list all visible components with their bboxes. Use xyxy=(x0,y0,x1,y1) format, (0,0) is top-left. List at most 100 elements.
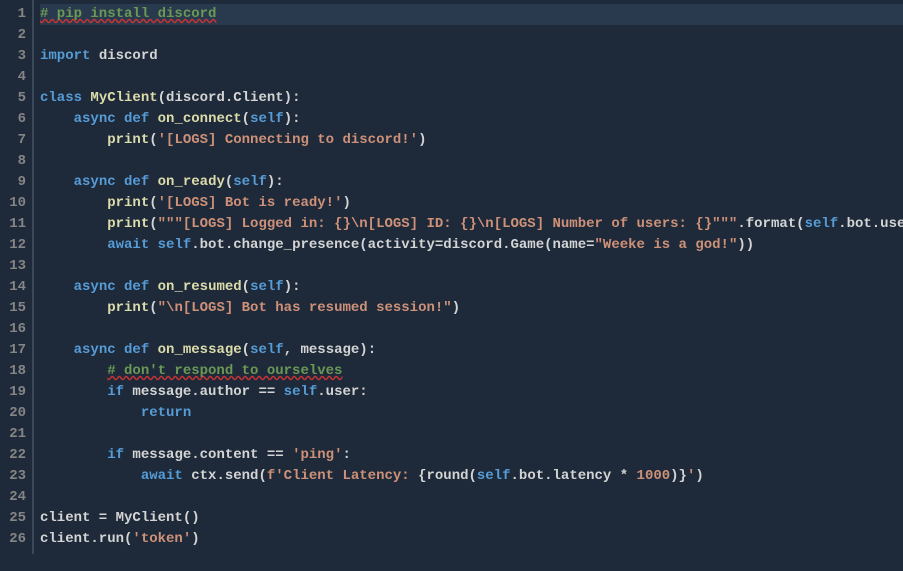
line-number-gutter: 1234567891011121314151617181920212223242… xyxy=(0,0,34,554)
code-line[interactable] xyxy=(40,487,903,508)
code-token: client = MyClient() xyxy=(40,510,200,526)
line-number: 26 xyxy=(0,529,26,550)
code-token xyxy=(116,111,124,127)
code-token xyxy=(40,111,74,127)
code-token: def xyxy=(124,174,149,190)
line-number: 22 xyxy=(0,445,26,466)
code-line[interactable] xyxy=(40,67,903,88)
code-token: self xyxy=(250,279,284,295)
code-line[interactable]: async def on_resumed(self): xyxy=(40,277,903,298)
code-line[interactable]: class MyClient(discord.Client): xyxy=(40,88,903,109)
code-token: '[LOGS] Bot is ready!' xyxy=(158,195,343,211)
code-token: on_message xyxy=(158,342,242,358)
code-editor[interactable]: 1234567891011121314151617181920212223242… xyxy=(0,0,903,554)
line-number: 13 xyxy=(0,256,26,277)
code-token: ) xyxy=(452,300,460,316)
code-line[interactable] xyxy=(40,151,903,172)
code-token xyxy=(149,279,157,295)
code-token: ( xyxy=(242,342,250,358)
code-line[interactable]: if message.content == 'ping': xyxy=(40,445,903,466)
line-number: 15 xyxy=(0,298,26,319)
line-number: 3 xyxy=(0,46,26,67)
code-token: ): xyxy=(284,279,301,295)
code-token: # pip install discord xyxy=(40,6,216,22)
code-token xyxy=(149,111,157,127)
code-token: self xyxy=(158,237,192,253)
code-token: print xyxy=(107,195,149,211)
code-token: self xyxy=(250,342,284,358)
code-token xyxy=(40,174,74,190)
code-token: .format( xyxy=(737,216,804,232)
code-token: on_connect xyxy=(158,111,242,127)
code-token xyxy=(149,174,157,190)
code-line[interactable]: client = MyClient() xyxy=(40,508,903,529)
line-number: 21 xyxy=(0,424,26,445)
line-number: 11 xyxy=(0,214,26,235)
code-line[interactable]: async def on_ready(self): xyxy=(40,172,903,193)
code-token: .bot.latency * xyxy=(511,468,637,484)
code-line[interactable]: print('[LOGS] Bot is ready!') xyxy=(40,193,903,214)
code-line[interactable]: # pip install discord xyxy=(40,4,903,25)
code-line[interactable]: client.run('token') xyxy=(40,529,903,550)
code-token xyxy=(40,405,141,421)
code-token: self xyxy=(250,111,284,127)
code-line[interactable] xyxy=(40,424,903,445)
code-token xyxy=(40,237,107,253)
line-number: 12 xyxy=(0,235,26,256)
line-number: 8 xyxy=(0,151,26,172)
code-token: message.author == xyxy=(124,384,284,400)
code-token: ctx.send( xyxy=(183,468,267,484)
line-number: 24 xyxy=(0,487,26,508)
line-number: 19 xyxy=(0,382,26,403)
code-token: {round( xyxy=(418,468,477,484)
code-token xyxy=(40,195,107,211)
line-number: 16 xyxy=(0,319,26,340)
code-token: async xyxy=(74,342,116,358)
code-token: 1000 xyxy=(637,468,671,484)
code-line[interactable]: print("\n[LOGS] Bot has resumed session!… xyxy=(40,298,903,319)
code-token: ) xyxy=(695,468,703,484)
code-line[interactable]: print("""[LOGS] Logged in: {}\n[LOGS] ID… xyxy=(40,214,903,235)
code-token: def xyxy=(124,111,149,127)
line-number: 4 xyxy=(0,67,26,88)
code-token: "Weeke is a god!" xyxy=(595,237,738,253)
code-token: print xyxy=(107,132,149,148)
code-token: def xyxy=(124,342,149,358)
code-line[interactable]: await ctx.send(f'Client Latency: {round(… xyxy=(40,466,903,487)
code-line[interactable]: await self.bot.change_presence(activity=… xyxy=(40,235,903,256)
code-token: ): xyxy=(284,111,301,127)
code-line[interactable] xyxy=(40,256,903,277)
line-number: 10 xyxy=(0,193,26,214)
code-area[interactable]: # pip install discord import discord cla… xyxy=(34,0,903,554)
code-token xyxy=(116,342,124,358)
code-line[interactable]: # don't respond to ourselves xyxy=(40,361,903,382)
code-line[interactable] xyxy=(40,319,903,340)
line-number: 18 xyxy=(0,361,26,382)
code-token: MyClient xyxy=(90,90,157,106)
code-line[interactable]: async def on_message(self, message): xyxy=(40,340,903,361)
code-line[interactable]: return xyxy=(40,403,903,424)
code-line[interactable]: if message.author == self.user: xyxy=(40,382,903,403)
code-token xyxy=(149,342,157,358)
code-token: "\n[LOGS] Bot has resumed session!" xyxy=(158,300,452,316)
code-line[interactable]: print('[LOGS] Connecting to discord!') xyxy=(40,130,903,151)
code-token: print xyxy=(107,216,149,232)
code-line[interactable] xyxy=(40,25,903,46)
line-number: 17 xyxy=(0,340,26,361)
code-token: .bot.user.name, xyxy=(838,216,903,232)
code-token: import xyxy=(40,48,90,64)
code-token: 'ping' xyxy=(292,447,342,463)
code-token: client.run( xyxy=(40,531,132,547)
code-token: 'token' xyxy=(132,531,191,547)
code-token: f'Client Latency: xyxy=(267,468,418,484)
code-token: on_resumed xyxy=(158,279,242,295)
code-token: ( xyxy=(149,132,157,148)
line-number: 20 xyxy=(0,403,26,424)
code-token: on_ready xyxy=(158,174,225,190)
code-token: ( xyxy=(242,279,250,295)
code-token xyxy=(116,279,124,295)
code-token xyxy=(40,447,107,463)
code-token xyxy=(116,174,124,190)
code-line[interactable]: async def on_connect(self): xyxy=(40,109,903,130)
code-line[interactable]: import discord xyxy=(40,46,903,67)
